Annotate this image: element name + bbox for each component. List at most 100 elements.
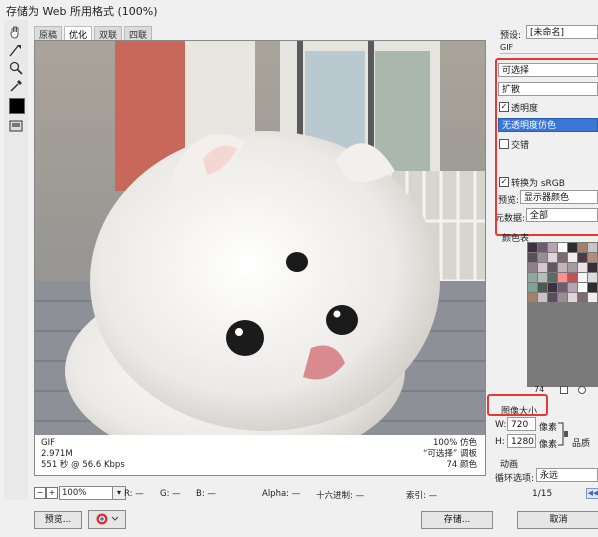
readout-g: G: — bbox=[160, 489, 181, 499]
toggle-slices-icon[interactable] bbox=[8, 118, 24, 134]
readout-b: B: — bbox=[196, 489, 216, 499]
hand-tool-icon[interactable] bbox=[8, 24, 24, 40]
color-swatch[interactable] bbox=[568, 283, 577, 292]
zoom-select[interactable]: 100% bbox=[59, 486, 113, 500]
tab-2-up[interactable]: 双联 bbox=[94, 26, 123, 41]
image-preview-canvas[interactable] bbox=[34, 40, 486, 437]
height-unit: 像素 bbox=[539, 440, 558, 450]
zoom-out-button[interactable]: − bbox=[34, 487, 46, 499]
color-swatch[interactable] bbox=[538, 273, 547, 282]
color-swatch[interactable] bbox=[578, 293, 587, 302]
animation-label: 动画 bbox=[500, 460, 519, 470]
zoom-in-button[interactable]: + bbox=[46, 487, 58, 499]
readout-hex: 十六进制: — bbox=[316, 491, 365, 501]
color-swatch[interactable] bbox=[558, 273, 567, 282]
color-swatch[interactable] bbox=[568, 263, 577, 272]
color-table-lock-icon[interactable] bbox=[560, 386, 568, 394]
browser-preview-button[interactable] bbox=[88, 510, 126, 529]
window-title: 存储为 Web 所用格式 (100%) bbox=[6, 5, 158, 18]
preset-label: 预设: bbox=[500, 31, 522, 41]
tab-original[interactable]: 原稿 bbox=[34, 26, 63, 41]
color-swatch[interactable] bbox=[538, 293, 547, 302]
eyedropper-tool-icon[interactable] bbox=[8, 78, 24, 94]
info-download-time: 551 秒 @ 56.6 Kbps bbox=[41, 460, 125, 470]
info-colors: 74 颜色 bbox=[446, 460, 477, 470]
readout-index: 索引: — bbox=[406, 491, 438, 501]
preset-select[interactable]: [未命名] bbox=[526, 25, 598, 39]
color-swatch[interactable] bbox=[528, 293, 537, 302]
color-swatch[interactable] bbox=[568, 293, 577, 302]
color-swatch[interactable] bbox=[548, 263, 557, 272]
color-swatch[interactable] bbox=[568, 253, 577, 262]
format-section-header: GIF bbox=[500, 43, 598, 54]
color-swatch[interactable] bbox=[528, 273, 537, 282]
color-swatch[interactable] bbox=[528, 283, 537, 292]
color-swatch[interactable] bbox=[588, 283, 597, 292]
info-file-size: 2.971M bbox=[41, 449, 73, 459]
color-swatch[interactable] bbox=[528, 243, 537, 252]
color-swatch[interactable] bbox=[588, 243, 597, 252]
color-swatch[interactable] bbox=[578, 273, 587, 282]
width-input[interactable]: 720 bbox=[507, 417, 536, 431]
color-swatch[interactable] bbox=[538, 283, 547, 292]
color-swatch[interactable] bbox=[588, 253, 597, 262]
dog-photo bbox=[35, 41, 485, 436]
readout-r: R: — bbox=[124, 489, 144, 499]
color-swatch[interactable] bbox=[548, 273, 557, 282]
format-section-label: GIF bbox=[500, 43, 514, 52]
height-label: H: bbox=[495, 437, 505, 447]
color-swatch[interactable] bbox=[558, 253, 567, 262]
color-swatch[interactable] bbox=[588, 263, 597, 272]
color-swatch[interactable] bbox=[578, 253, 587, 262]
color-swatch[interactable] bbox=[568, 243, 577, 252]
constrain-link-icon[interactable] bbox=[557, 421, 569, 447]
readout-alpha: Alpha: — bbox=[262, 489, 301, 499]
info-dither: 100% 仿色 bbox=[432, 438, 477, 448]
tab-optimized[interactable]: 优化 bbox=[64, 26, 93, 41]
tab-4-up[interactable]: 四联 bbox=[124, 26, 153, 41]
color-swatch[interactable] bbox=[588, 273, 597, 282]
eyedropper-color-swatch[interactable] bbox=[9, 98, 25, 114]
color-swatch[interactable] bbox=[548, 243, 557, 252]
color-swatch[interactable] bbox=[558, 293, 567, 302]
quality-label: 品质 bbox=[572, 439, 591, 449]
color-swatch[interactable] bbox=[548, 293, 557, 302]
height-input[interactable]: 1280 bbox=[507, 434, 536, 448]
preview-button[interactable]: 预览... bbox=[34, 511, 82, 529]
cancel-button[interactable]: 取消 bbox=[517, 511, 598, 529]
info-palette: “可选择” 调板 bbox=[422, 449, 477, 459]
status-bar: − + 100% ▾ R: — G: — B: — Alpha: — 十六进制:… bbox=[34, 486, 490, 502]
color-swatch[interactable] bbox=[568, 273, 577, 282]
color-swatch[interactable] bbox=[548, 283, 557, 292]
frame-nav-icon[interactable]: ◀◀ bbox=[586, 488, 598, 499]
optimization-info: GIF 2.971M 551 秒 @ 56.6 Kbps 100% 仿色 “可选… bbox=[34, 435, 486, 476]
color-count: 74 bbox=[534, 385, 545, 394]
loop-options-select[interactable]: 永远 bbox=[536, 468, 598, 482]
color-swatch[interactable] bbox=[558, 283, 567, 292]
color-swatch[interactable] bbox=[578, 283, 587, 292]
width-label: W: bbox=[495, 420, 507, 430]
zoom-tool-icon[interactable] bbox=[8, 60, 24, 76]
info-format: GIF bbox=[41, 438, 55, 448]
browser-icon bbox=[96, 513, 119, 525]
slice-select-tool-icon[interactable] bbox=[8, 42, 24, 58]
color-swatch[interactable] bbox=[558, 243, 567, 252]
color-table[interactable] bbox=[527, 242, 598, 387]
color-swatch[interactable] bbox=[578, 243, 587, 252]
color-swatch[interactable] bbox=[578, 263, 587, 272]
color-swatch[interactable] bbox=[548, 253, 557, 262]
color-table-label: 颜色表 bbox=[502, 234, 530, 244]
tool-palette bbox=[4, 20, 28, 500]
width-unit: 像素 bbox=[539, 423, 558, 433]
color-swatch[interactable] bbox=[558, 263, 567, 272]
color-swatch[interactable] bbox=[528, 253, 537, 262]
color-swatch[interactable] bbox=[588, 293, 597, 302]
annotation-highlight-box bbox=[495, 58, 598, 236]
color-swatch[interactable] bbox=[528, 263, 537, 272]
color-swatch[interactable] bbox=[538, 253, 547, 262]
color-table-web-snap-icon[interactable] bbox=[578, 386, 586, 394]
color-swatch[interactable] bbox=[538, 263, 547, 272]
frame-counter: 1/15 bbox=[532, 489, 553, 499]
save-button[interactable]: 存储... bbox=[421, 511, 493, 529]
color-swatch[interactable] bbox=[538, 243, 547, 252]
